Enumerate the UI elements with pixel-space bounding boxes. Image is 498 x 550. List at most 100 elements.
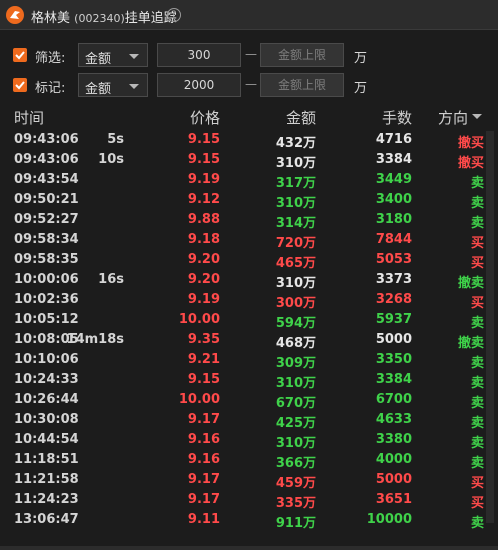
cell-volume: 3400 xyxy=(375,192,412,207)
table-row[interactable]: 13:06:47 9.11 911万 10000 卖 xyxy=(0,510,498,531)
header-amount[interactable]: 金额 xyxy=(286,107,316,128)
cell-gap: 16s xyxy=(98,272,124,287)
filter-max-input[interactable]: 金额上限 xyxy=(260,43,344,67)
cell-volume: 5053 xyxy=(375,252,412,267)
cell-volume: 4716 xyxy=(375,132,412,147)
cell-direction: 买 xyxy=(470,476,484,491)
cell-time: 09:43:54 xyxy=(14,172,79,187)
header-price[interactable]: 价格 xyxy=(190,107,220,128)
cell-price: 9.20 xyxy=(187,252,220,267)
stock-code: (002340) xyxy=(74,12,125,25)
table-row[interactable]: 10:02:36 9.19 300万 3268 买 xyxy=(0,290,498,311)
cell-time: 11:21:58 xyxy=(14,472,79,487)
cell-time: 10:24:33 xyxy=(14,372,79,387)
cell-price: 9.17 xyxy=(187,492,220,507)
cell-price: 9.11 xyxy=(187,512,220,527)
table-row[interactable]: 10:00:06 16s 9.20 310万 3373 撤卖 xyxy=(0,270,498,291)
filter-field-value: 金额 xyxy=(85,52,112,67)
table-row[interactable]: 09:43:06 10s 9.15 310万 3384 撤买 xyxy=(0,150,498,171)
cell-direction: 买 xyxy=(470,236,484,251)
cell-amount: 670万 xyxy=(275,396,316,411)
cell-price: 9.12 xyxy=(187,192,220,207)
mark-field-value: 金额 xyxy=(85,82,112,97)
table-row[interactable]: 10:24:33 9.15 310万 3384 卖 xyxy=(0,370,498,391)
window-frame xyxy=(0,546,498,550)
cell-amount: 425万 xyxy=(275,416,316,431)
sort-down-icon[interactable] xyxy=(472,114,482,119)
table-row[interactable]: 10:10:06 9.21 309万 3350 卖 xyxy=(0,350,498,371)
cell-gap: 14m18s xyxy=(66,332,124,347)
cell-price: 9.20 xyxy=(187,272,220,287)
table-row[interactable]: 10:30:08 9.17 425万 4633 卖 xyxy=(0,410,498,431)
cell-amount: 432万 xyxy=(275,136,316,151)
cell-amount: 310万 xyxy=(275,196,316,211)
header-volume[interactable]: 手数 xyxy=(382,107,412,128)
cell-price: 9.35 xyxy=(187,332,220,347)
mark-row: 标记: 金额 2000 — 金额上限 万 xyxy=(0,73,498,97)
cell-time: 10:02:36 xyxy=(14,292,79,307)
cell-volume: 3384 xyxy=(375,372,412,387)
trade-list: 09:43:06 5s 9.15 432万 4716 撤买 09:43:06 10s 9.15 3… xyxy=(0,130,498,531)
cell-amount: 720万 xyxy=(275,236,316,251)
cell-volume: 3380 xyxy=(375,432,412,447)
filter-min-input[interactable]: 300 xyxy=(157,43,241,67)
cell-volume: 3373 xyxy=(375,272,412,287)
table-row[interactable]: 10:08:05 14m18s 9.35 468万 5000 撤卖 xyxy=(0,330,498,351)
table-row[interactable]: 11:21:58 9.17 459万 5000 买 xyxy=(0,470,498,491)
unit-label: 万 xyxy=(354,51,368,66)
cell-time: 11:18:51 xyxy=(14,452,79,467)
cell-price: 10.00 xyxy=(178,392,220,407)
table-row[interactable]: 09:43:06 5s 9.15 432万 4716 撤买 xyxy=(0,130,498,151)
cell-amount: 300万 xyxy=(275,296,316,311)
cell-direction: 买 xyxy=(470,296,484,311)
cell-price: 9.17 xyxy=(187,472,220,487)
table-row[interactable]: 09:50:21 9.12 310万 3400 卖 xyxy=(0,190,498,211)
title-bar: 格林美 (002340)挂单追踪 ? xyxy=(0,0,498,30)
cell-time: 10:30:08 xyxy=(14,412,79,427)
cell-time: 09:43:06 xyxy=(14,132,79,147)
filter-checkbox[interactable] xyxy=(13,48,27,62)
cell-time: 10:44:54 xyxy=(14,432,79,447)
scrollbar[interactable] xyxy=(486,131,494,523)
cell-direction: 卖 xyxy=(470,376,484,391)
table-row[interactable]: 10:26:44 10.00 670万 6700 卖 xyxy=(0,390,498,411)
cell-price: 9.15 xyxy=(187,132,220,147)
cell-direction: 卖 xyxy=(470,196,484,211)
cell-volume: 4000 xyxy=(375,452,412,467)
cell-price: 9.15 xyxy=(187,372,220,387)
cell-amount: 314万 xyxy=(275,216,316,231)
cell-price: 10.00 xyxy=(178,312,220,327)
window-title: 格林美 (002340)挂单追踪 xyxy=(31,7,177,26)
table-row[interactable]: 11:18:51 9.16 366万 4000 卖 xyxy=(0,450,498,471)
table-row[interactable]: 09:43:54 9.19 317万 3449 卖 xyxy=(0,170,498,191)
table-row[interactable]: 09:52:27 9.88 314万 3180 卖 xyxy=(0,210,498,231)
cell-volume: 5937 xyxy=(375,312,412,327)
mark-max-input[interactable]: 金额上限 xyxy=(260,73,344,97)
filter-field-select[interactable]: 金额 xyxy=(78,43,148,67)
cell-price: 9.17 xyxy=(187,412,220,427)
cell-price: 9.16 xyxy=(187,452,220,467)
table-row[interactable]: 09:58:35 9.20 465万 5053 买 xyxy=(0,250,498,271)
header-time[interactable]: 时间 xyxy=(14,107,44,128)
chevron-down-icon xyxy=(129,54,139,59)
cell-amount: 310万 xyxy=(275,276,316,291)
table-row[interactable]: 10:44:54 9.16 310万 3380 卖 xyxy=(0,430,498,451)
help-icon[interactable]: ? xyxy=(167,8,181,22)
cell-time: 09:58:35 xyxy=(14,252,79,267)
table-row[interactable]: 10:05:12 10.00 594万 5937 卖 xyxy=(0,310,498,331)
header-direction[interactable]: 方向 xyxy=(438,107,468,128)
cell-volume: 7844 xyxy=(375,232,412,247)
mark-checkbox[interactable] xyxy=(13,78,27,92)
cell-amount: 335万 xyxy=(275,496,316,511)
table-row[interactable]: 09:58:34 9.18 720万 7844 买 xyxy=(0,230,498,251)
cell-direction: 撤卖 xyxy=(457,336,484,351)
cell-direction: 卖 xyxy=(470,316,484,331)
cell-time: 13:06:47 xyxy=(14,512,79,527)
cell-volume: 3384 xyxy=(375,152,412,167)
cell-volume: 10000 xyxy=(366,512,412,527)
mark-min-input[interactable]: 2000 xyxy=(157,73,241,97)
cell-amount: 594万 xyxy=(275,316,316,331)
cell-direction: 卖 xyxy=(470,416,484,431)
mark-field-select[interactable]: 金额 xyxy=(78,73,148,97)
table-row[interactable]: 11:24:23 9.17 335万 3651 买 xyxy=(0,490,498,511)
